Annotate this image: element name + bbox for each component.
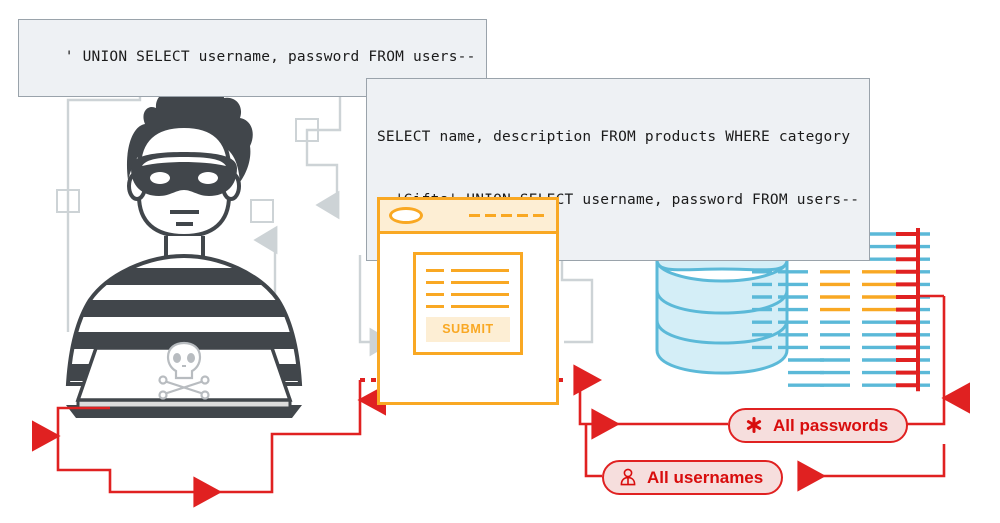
- person-icon: [618, 467, 638, 487]
- submit-button[interactable]: SUBMIT: [426, 317, 510, 342]
- flow-node-square: [250, 199, 274, 223]
- form-field-row: [426, 305, 510, 308]
- flow-usernames-riser: [584, 424, 602, 478]
- flow-to-usernames-right: [872, 444, 946, 478]
- asterisk-icon: [744, 415, 764, 435]
- badge-all-passwords-label: All passwords: [773, 415, 889, 435]
- form-field-row: [426, 281, 510, 284]
- browser-window: SUBMIT: [377, 197, 559, 405]
- badge-all-usernames-label: All usernames: [647, 467, 764, 487]
- hacker-illustration: [65, 82, 303, 418]
- form-field-row: [426, 269, 510, 272]
- sql-backend-query-line-1: SELECT name, description FROM products W…: [377, 129, 851, 145]
- badge-all-passwords: All passwords: [728, 408, 909, 443]
- flow-to-passwords-badge: [904, 398, 946, 426]
- form-field-row: [426, 293, 510, 296]
- ellipse-logo-icon: [389, 207, 423, 224]
- flow-into-submit: [358, 255, 394, 357]
- flow-back-to-hacker-2: [32, 420, 196, 494]
- browser-titlebar: [380, 200, 556, 234]
- menu-dashes-icon: [469, 214, 544, 217]
- web-form: SUBMIT: [413, 252, 523, 355]
- diagram-canvas: ' UNION SELECT username, password FROM u…: [0, 0, 1000, 523]
- red-result-bracket: [896, 228, 944, 392]
- flow-passwords-riser: [578, 380, 594, 426]
- sql-injection-payload-text: ' UNION SELECT username, password FROM u…: [64, 49, 476, 65]
- browser-viewport: SUBMIT: [380, 234, 556, 402]
- badge-all-usernames: All usernames: [602, 460, 784, 495]
